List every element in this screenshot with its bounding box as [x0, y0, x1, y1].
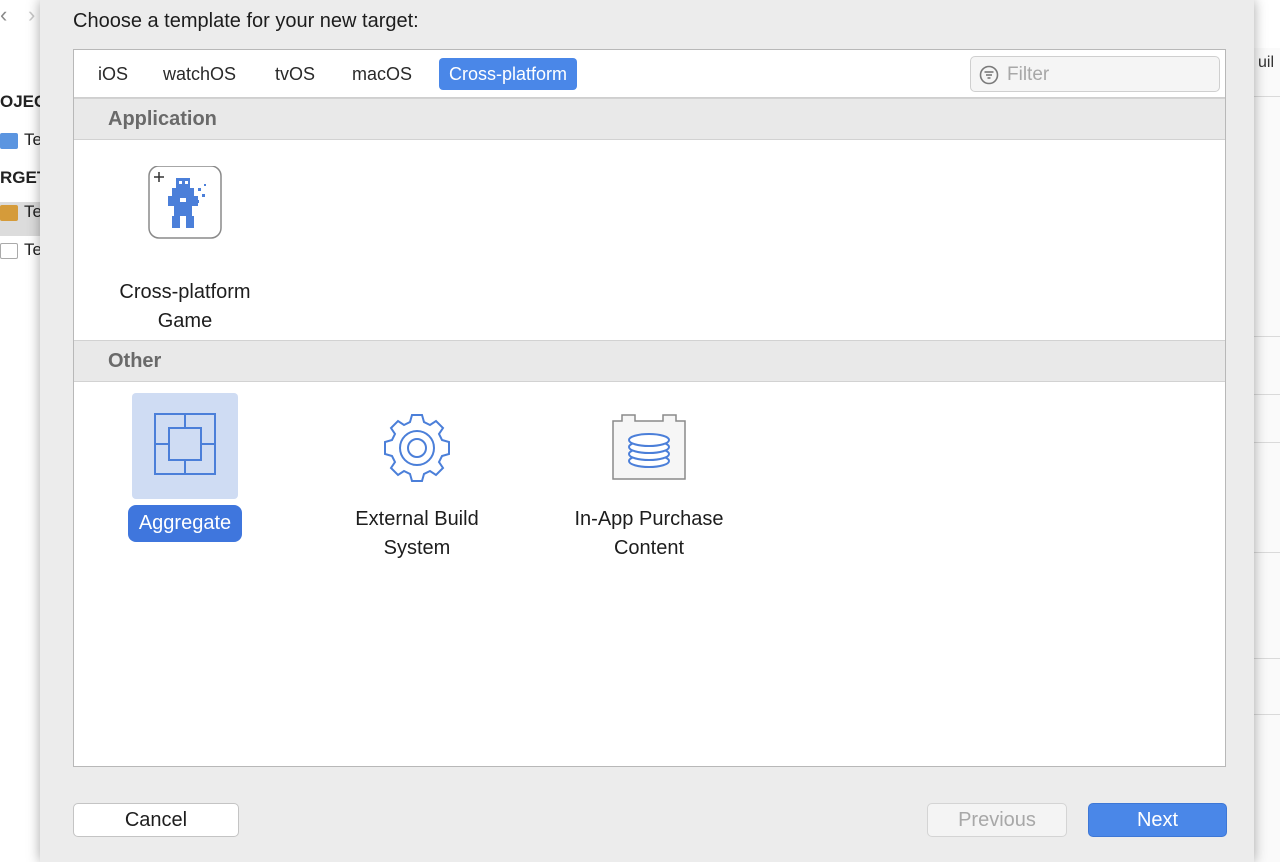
divider	[1254, 552, 1280, 553]
template-external-build-system[interactable]: External Build System	[317, 393, 517, 563]
gear-icon	[384, 414, 450, 482]
divider	[1254, 658, 1280, 659]
template-panel: iOS watchOS tvOS macOS Cross-platform Ap…	[73, 49, 1226, 767]
forward-arrow-icon[interactable]: ›	[28, 2, 35, 28]
template-icon-tile	[132, 165, 238, 272]
filter-input[interactable]	[1005, 61, 1209, 89]
file-icon	[0, 242, 18, 259]
divider	[1254, 336, 1280, 337]
sheet-title: Choose a template for your new target:	[73, 10, 419, 32]
template-label: External Build System	[355, 508, 479, 559]
tab-cross-platform[interactable]: Cross-platform	[439, 58, 578, 90]
divider	[1254, 96, 1280, 97]
divider	[1254, 394, 1280, 395]
divider	[1254, 714, 1280, 715]
sidebar-section-project: OJEC	[0, 92, 40, 111]
sidebar-item-target[interactable]: Te	[0, 240, 40, 274]
database-box-icon	[612, 414, 686, 480]
template-icon-tile	[364, 393, 470, 499]
tab-macos[interactable]: macOS	[342, 58, 422, 90]
aggregate-icon	[154, 413, 216, 475]
template-label: In-App Purchase Content	[574, 508, 724, 559]
filter-icon	[979, 65, 999, 85]
tab-tvos[interactable]: tvOS	[265, 58, 325, 90]
sidebar-item-project[interactable]: Te	[0, 130, 40, 164]
filter-field[interactable]	[970, 56, 1220, 92]
template-label: Cross-platform Game	[119, 281, 251, 332]
section-header-other: Other	[74, 340, 1225, 382]
background-editor-right: uil	[1253, 48, 1280, 862]
cancel-button[interactable]: Cancel	[73, 803, 239, 837]
template-chooser-sheet: Choose a template for your new target: i…	[40, 0, 1254, 862]
toolbox-icon	[0, 204, 18, 221]
sidebar-section-targets: RGET	[0, 168, 40, 187]
template-icon-tile	[596, 393, 702, 499]
next-button[interactable]: Next	[1088, 803, 1227, 837]
section-title: Other	[108, 350, 162, 372]
game-character-icon	[148, 165, 222, 239]
platform-tabbar: iOS watchOS tvOS macOS Cross-platform	[74, 50, 1225, 98]
section-title: Application	[108, 108, 217, 130]
tab-watchos[interactable]: watchOS	[153, 58, 246, 90]
tab-ios[interactable]: iOS	[88, 58, 138, 90]
template-label: Aggregate	[127, 505, 243, 542]
previous-button[interactable]: Previous	[927, 803, 1067, 837]
project-icon	[0, 132, 18, 149]
right-panel-text: uil	[1258, 54, 1275, 71]
back-arrow-icon[interactable]: ‹	[0, 2, 7, 28]
template-icon-tile	[132, 393, 238, 499]
template-aggregate[interactable]: Aggregate	[85, 393, 285, 542]
section-header-application: Application	[74, 98, 1225, 140]
template-cross-platform-game[interactable]: Cross-platform Game	[85, 165, 285, 336]
template-in-app-purchase-content[interactable]: In-App Purchase Content	[549, 393, 749, 563]
divider	[1254, 442, 1280, 443]
sidebar-item-target-selected[interactable]: Te	[0, 202, 40, 236]
